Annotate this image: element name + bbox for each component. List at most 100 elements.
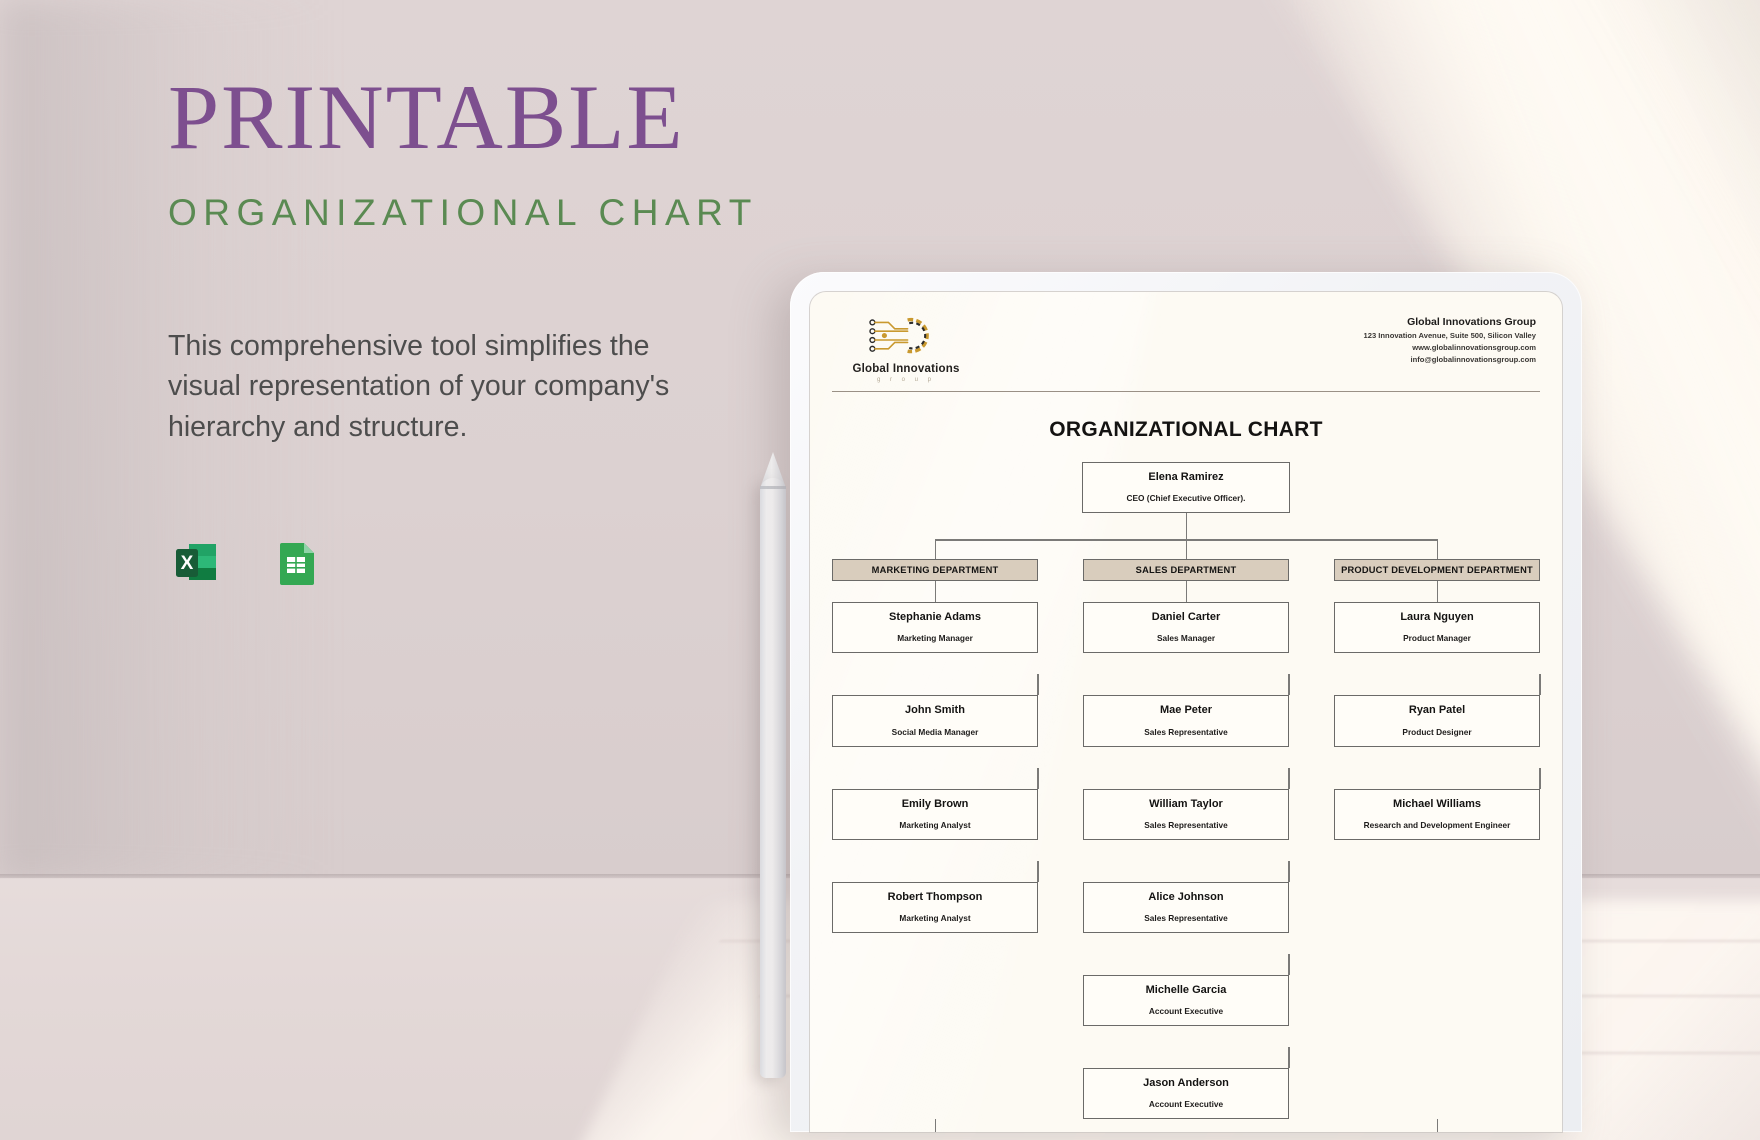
connector-vertical xyxy=(1186,539,1188,560)
document-header: Global Innovations g r o u p Global Inno… xyxy=(832,306,1540,392)
org-node-name: Jason Anderson xyxy=(1143,1077,1229,1090)
org-node-name: Daniel Carter xyxy=(1151,611,1221,624)
org-node-name: Emily Brown xyxy=(901,797,969,810)
org-node-name: Stephanie Adams xyxy=(889,611,981,624)
ceo-row: Elena Ramirez CEO (Chief Executive Office… xyxy=(832,462,1540,514)
org-node-name: Laura Nguyen xyxy=(1400,611,1474,624)
org-node-role: Marketing Analyst xyxy=(899,912,971,923)
contact-website[interactable]: www.globalinnovationsgroup.com xyxy=(1364,343,1536,352)
org-node-role: Sales Representative xyxy=(1144,819,1228,830)
department-members-row: Stephanie Adams Marketing Manager John Smi… xyxy=(832,602,1541,1120)
connector-vertical xyxy=(1288,860,1290,882)
org-node[interactable]: Stephanie Adams Marketing Manager xyxy=(832,602,1038,654)
org-node-name: Michael Williams xyxy=(1393,797,1481,810)
org-chart: Elena Ramirez CEO (Chief Executive Office… xyxy=(832,462,1541,1132)
connector-vertical xyxy=(1288,953,1290,975)
google-sheets-icon[interactable] xyxy=(268,535,324,591)
org-node-role: Social Media Manager xyxy=(891,726,979,737)
org-node-name: Mae Peter xyxy=(1160,704,1212,717)
org-node-role: Marketing Analyst xyxy=(899,819,971,830)
connector-vertical xyxy=(1288,1047,1290,1069)
contact-email[interactable]: info@globalinnovationsgroup.com xyxy=(1364,355,1536,364)
connector-vertical xyxy=(1288,767,1290,789)
file-format-icons: X xyxy=(168,535,324,591)
connector-vertical xyxy=(1037,860,1039,882)
stylus-band xyxy=(760,486,786,489)
department-header[interactable]: SALES DEPARTMENT xyxy=(1083,559,1289,582)
org-node-name: Ryan Patel xyxy=(1408,704,1466,717)
org-node[interactable]: Mae Peter Sales Representative xyxy=(1083,695,1289,747)
company-name: Global Innovations xyxy=(852,363,960,375)
org-node[interactable]: Michael Williams Research and Development… xyxy=(1334,788,1540,840)
org-node-role: Account Executive xyxy=(1148,1099,1224,1110)
connector-vertical xyxy=(1186,581,1188,603)
ceo-connector-group xyxy=(832,513,1540,560)
company-tagline: g r o u p xyxy=(876,377,935,383)
connector-vertical xyxy=(1539,767,1541,789)
gear-circuit-logo-icon xyxy=(869,317,929,354)
org-node-name: Michelle Garcia xyxy=(1145,983,1227,996)
org-node-name: John Smith xyxy=(905,704,965,717)
chart-title: ORGANIZATIONAL CHART xyxy=(1049,418,1323,441)
department-members-column-1: Stephanie Adams Marketing Manager John Smi… xyxy=(832,602,1039,1119)
org-node[interactable]: Emily Brown Marketing Analyst xyxy=(832,788,1038,840)
department-header[interactable]: PRODUCT DEVELOPMENT DEPARTMENT xyxy=(1334,559,1540,582)
tablet-screen: Global Innovations g r o u p Global Inno… xyxy=(810,292,1562,1132)
connector-vertical xyxy=(1037,674,1039,696)
org-node-role: Sales Manager xyxy=(1156,633,1216,644)
stylus-pencil[interactable] xyxy=(760,478,786,1078)
connector-vertical xyxy=(1539,674,1541,696)
department-column-1: MARKETING DEPARTMENT xyxy=(832,559,1038,582)
org-node-role: Account Executive xyxy=(1148,1006,1224,1017)
excel-icon[interactable]: X xyxy=(168,535,224,591)
org-node[interactable]: John Smith Social Media Manager xyxy=(832,695,1038,747)
org-node-name: Alice Johnson xyxy=(1148,890,1224,903)
connector-vertical xyxy=(1186,513,1188,540)
org-node-name: Robert Thompson xyxy=(887,890,983,903)
org-node-role: Product Designer xyxy=(1402,726,1472,737)
org-node[interactable]: Ryan Patel Product Designer xyxy=(1334,695,1540,747)
tablet-device: Global Innovations g r o u p Global Inno… xyxy=(790,272,1582,1132)
org-node[interactable]: Michelle Garcia Account Executive xyxy=(1083,974,1289,1027)
connector-vertical xyxy=(1437,581,1439,603)
support-connector-group xyxy=(832,1119,1540,1132)
connector-vertical xyxy=(935,539,937,560)
connector-vertical xyxy=(1288,674,1290,696)
department-members-column-3: Laura Nguyen Product Manager Ryan Patel Pro… xyxy=(1334,602,1541,1119)
department-header[interactable]: MARKETING DEPARTMENT xyxy=(832,559,1038,582)
org-node-name: William Taylor xyxy=(1149,797,1223,810)
org-node-role: Sales Representative xyxy=(1144,726,1228,737)
department-header-row: MARKETING DEPARTMENT SALES DEPARTMENT PROD… xyxy=(832,559,1540,582)
svg-text:X: X xyxy=(181,553,194,574)
company-logo-block: Global Innovations g r o u p xyxy=(836,312,976,383)
connector-vertical xyxy=(1037,767,1039,789)
department-members-column-2: Daniel Carter Sales Manager Mae Peter Sales… xyxy=(1083,602,1290,1120)
org-node[interactable]: Laura Nguyen Product Manager xyxy=(1334,602,1540,654)
connector-vertical xyxy=(935,1119,937,1132)
promo-description: This comprehensive tool simplifies the v… xyxy=(168,329,670,443)
org-node-role: Research and Development Engineer xyxy=(1363,819,1511,830)
company-contact-block: Global Innovations Group 123 Innovation … xyxy=(1364,312,1536,364)
org-node-name: Elena Ramirez xyxy=(1148,471,1224,483)
org-node[interactable]: Alice Johnson Sales Representative xyxy=(1083,881,1289,933)
department-column-3: PRODUCT DEVELOPMENT DEPARTMENT xyxy=(1334,559,1540,582)
department-connector-group xyxy=(832,581,1540,603)
promo-panel: PRINTABLE ORGANIZATIONAL CHART This comp… xyxy=(168,66,868,447)
ceo-node[interactable]: Elena Ramirez CEO (Chief Executive Office… xyxy=(1082,462,1290,514)
org-node[interactable]: William Taylor Sales Representative xyxy=(1083,788,1289,840)
connector-vertical xyxy=(935,581,937,603)
connector-vertical xyxy=(1437,539,1439,560)
org-node-role: Product Manager xyxy=(1403,633,1471,644)
promo-title: PRINTABLE xyxy=(168,66,685,168)
org-node-role: Sales Representative xyxy=(1144,912,1228,923)
promo-subtitle: ORGANIZATIONAL CHART xyxy=(168,191,758,233)
connector-vertical xyxy=(1437,1119,1439,1132)
org-node[interactable]: Jason Anderson Account Executive xyxy=(1083,1068,1289,1120)
org-chart-document: Global Innovations g r o u p Global Inno… xyxy=(810,292,1562,1132)
contact-company: Global Innovations Group xyxy=(1407,316,1536,328)
org-node[interactable]: Daniel Carter Sales Manager xyxy=(1083,602,1289,654)
contact-address: 123 Innovation Avenue, Suite 500, Silico… xyxy=(1363,331,1536,340)
org-node[interactable]: Robert Thompson Marketing Analyst xyxy=(832,881,1038,933)
org-node-role: Marketing Manager xyxy=(897,633,973,644)
org-node-role: CEO (Chief Executive Officer). xyxy=(1126,493,1246,504)
